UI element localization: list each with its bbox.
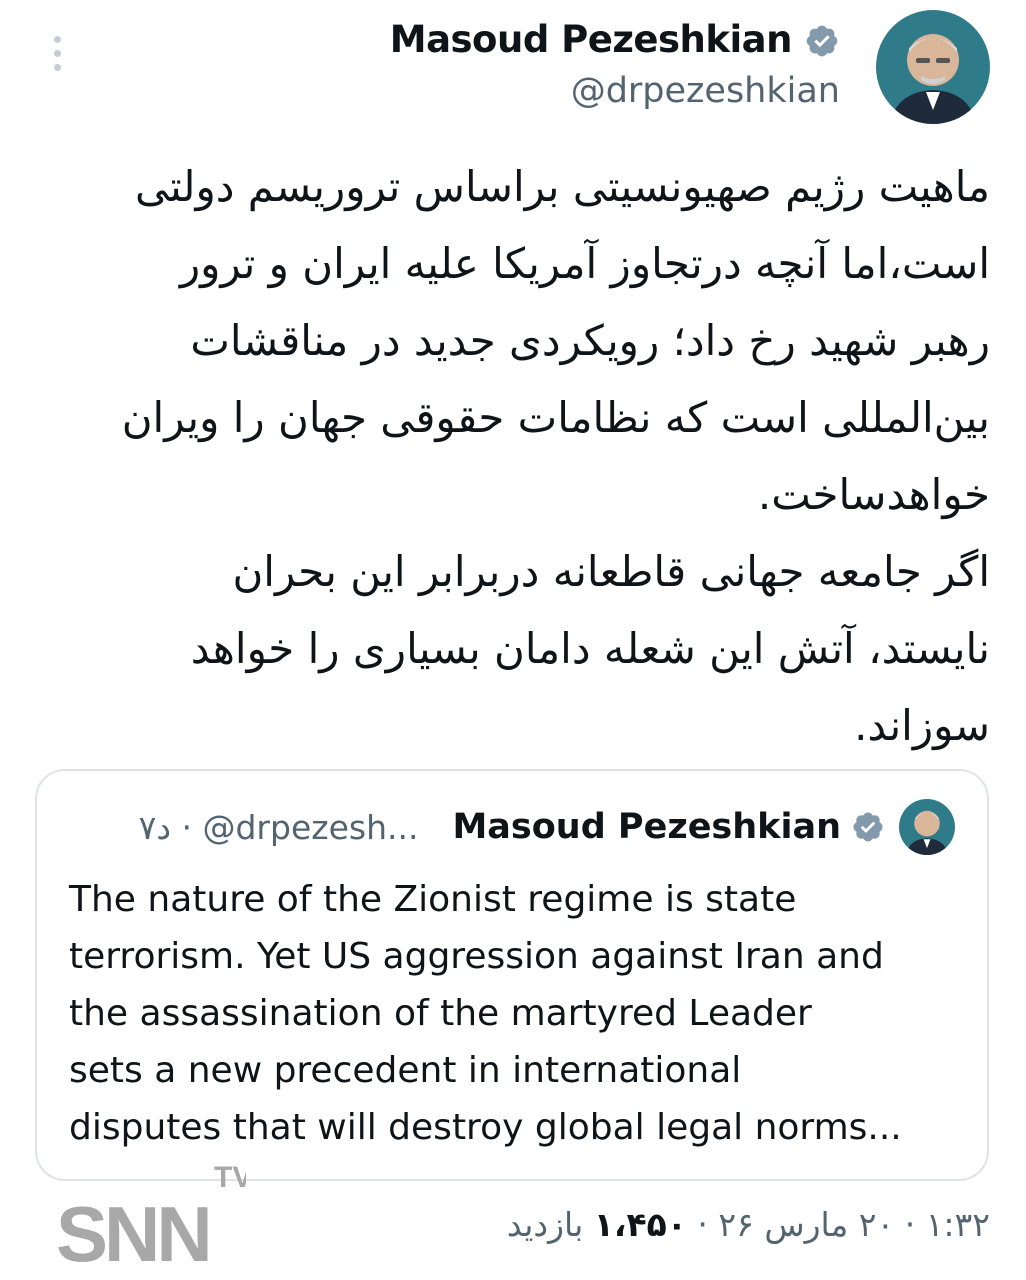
views-label: بازدید [506, 1205, 584, 1244]
verified-badge-icon [853, 812, 883, 842]
author-avatar[interactable] [876, 10, 990, 124]
tweet-text-line: سوزاند. [854, 701, 990, 750]
verified-badge-icon [806, 25, 838, 56]
quoted-text-line: the assassination of the martyred Leader [69, 993, 812, 1034]
tweet-text-line: است،اما آنچه درتجاوز آمریکا علیه ایران و… [179, 239, 990, 288]
tweet-text-line: ماهیت رژیم صهیونسیتی براساس تروریسم دولت… [134, 162, 990, 211]
quoted-tweet-text: The nature of the Zionist regime is stat… [69, 871, 969, 1156]
quoted-tweet-header: ۷د · @drpezesh... Masoud Pezeshkian [139, 799, 955, 855]
quoted-text-line: The nature of the Zionist regime is stat… [69, 879, 797, 920]
tweet-text-line: اگر جامعه جهانی قاطعانه دربرابر این بحرا… [232, 547, 990, 596]
quoted-text-line: terrorism. Yet US aggression against Ira… [69, 936, 884, 977]
tweet-text-line: خواهدساخت. [757, 470, 990, 519]
tweet-author-header: Masoud Pezeshkian @drpezeshkian [390, 10, 990, 130]
tweet-text-line: رهبر شهید رخ داد؛ رویکردی جدید در مناقشا… [190, 316, 990, 365]
svg-text:SNN: SNN [56, 1190, 209, 1268]
tweet-screenshot: Masoud Pezeshkian @drpezeshkian ماهیت رژ… [0, 0, 1026, 1280]
quoted-author-name: Masoud Pezeshkian [452, 807, 841, 847]
svg-text:TV: TV [214, 1163, 246, 1194]
tweet-text-line: نایستد، آتش این شعله دامان بسیاری را خوا… [190, 624, 990, 673]
tweet-footer-meta: ۱:۳۲ · ۲۰ مارس ۲۶ · ۱،۴۵۰ بازدید [507, 1205, 990, 1244]
more-vertical-icon[interactable] [47, 36, 67, 78]
quoted-author-avatar [899, 799, 955, 855]
tweet-timestamp[interactable]: ۱:۳۲ · ۲۰ مارس ۲۶ · [697, 1205, 990, 1244]
author-name-block: Masoud Pezeshkian @drpezeshkian [390, 18, 840, 111]
quoted-text-line: disputes that will destroy global legal … [69, 1107, 902, 1148]
tweet-text: ماهیت رژیم صهیونسیتی براساس تروریسم دولت… [50, 148, 990, 764]
tweet-text-line: بین‌المللی است که نظامات حقوقی جهان را و… [121, 393, 990, 442]
quoted-tweet-meta: ۷د · @drpezesh... [138, 807, 419, 847]
quoted-text-line: sets a new precedent in international [69, 1050, 742, 1091]
quoted-tweet-card[interactable]: ۷د · @drpezesh... Masoud Pezeshkian The … [35, 769, 989, 1181]
author-display-name[interactable]: Masoud Pezeshkian [390, 18, 793, 61]
author-handle[interactable]: @drpezeshkian [390, 71, 840, 111]
views-count: ۱،۴۵۰ [593, 1205, 687, 1244]
snn-tv-watermark-logo: TV SNN [56, 1163, 246, 1268]
